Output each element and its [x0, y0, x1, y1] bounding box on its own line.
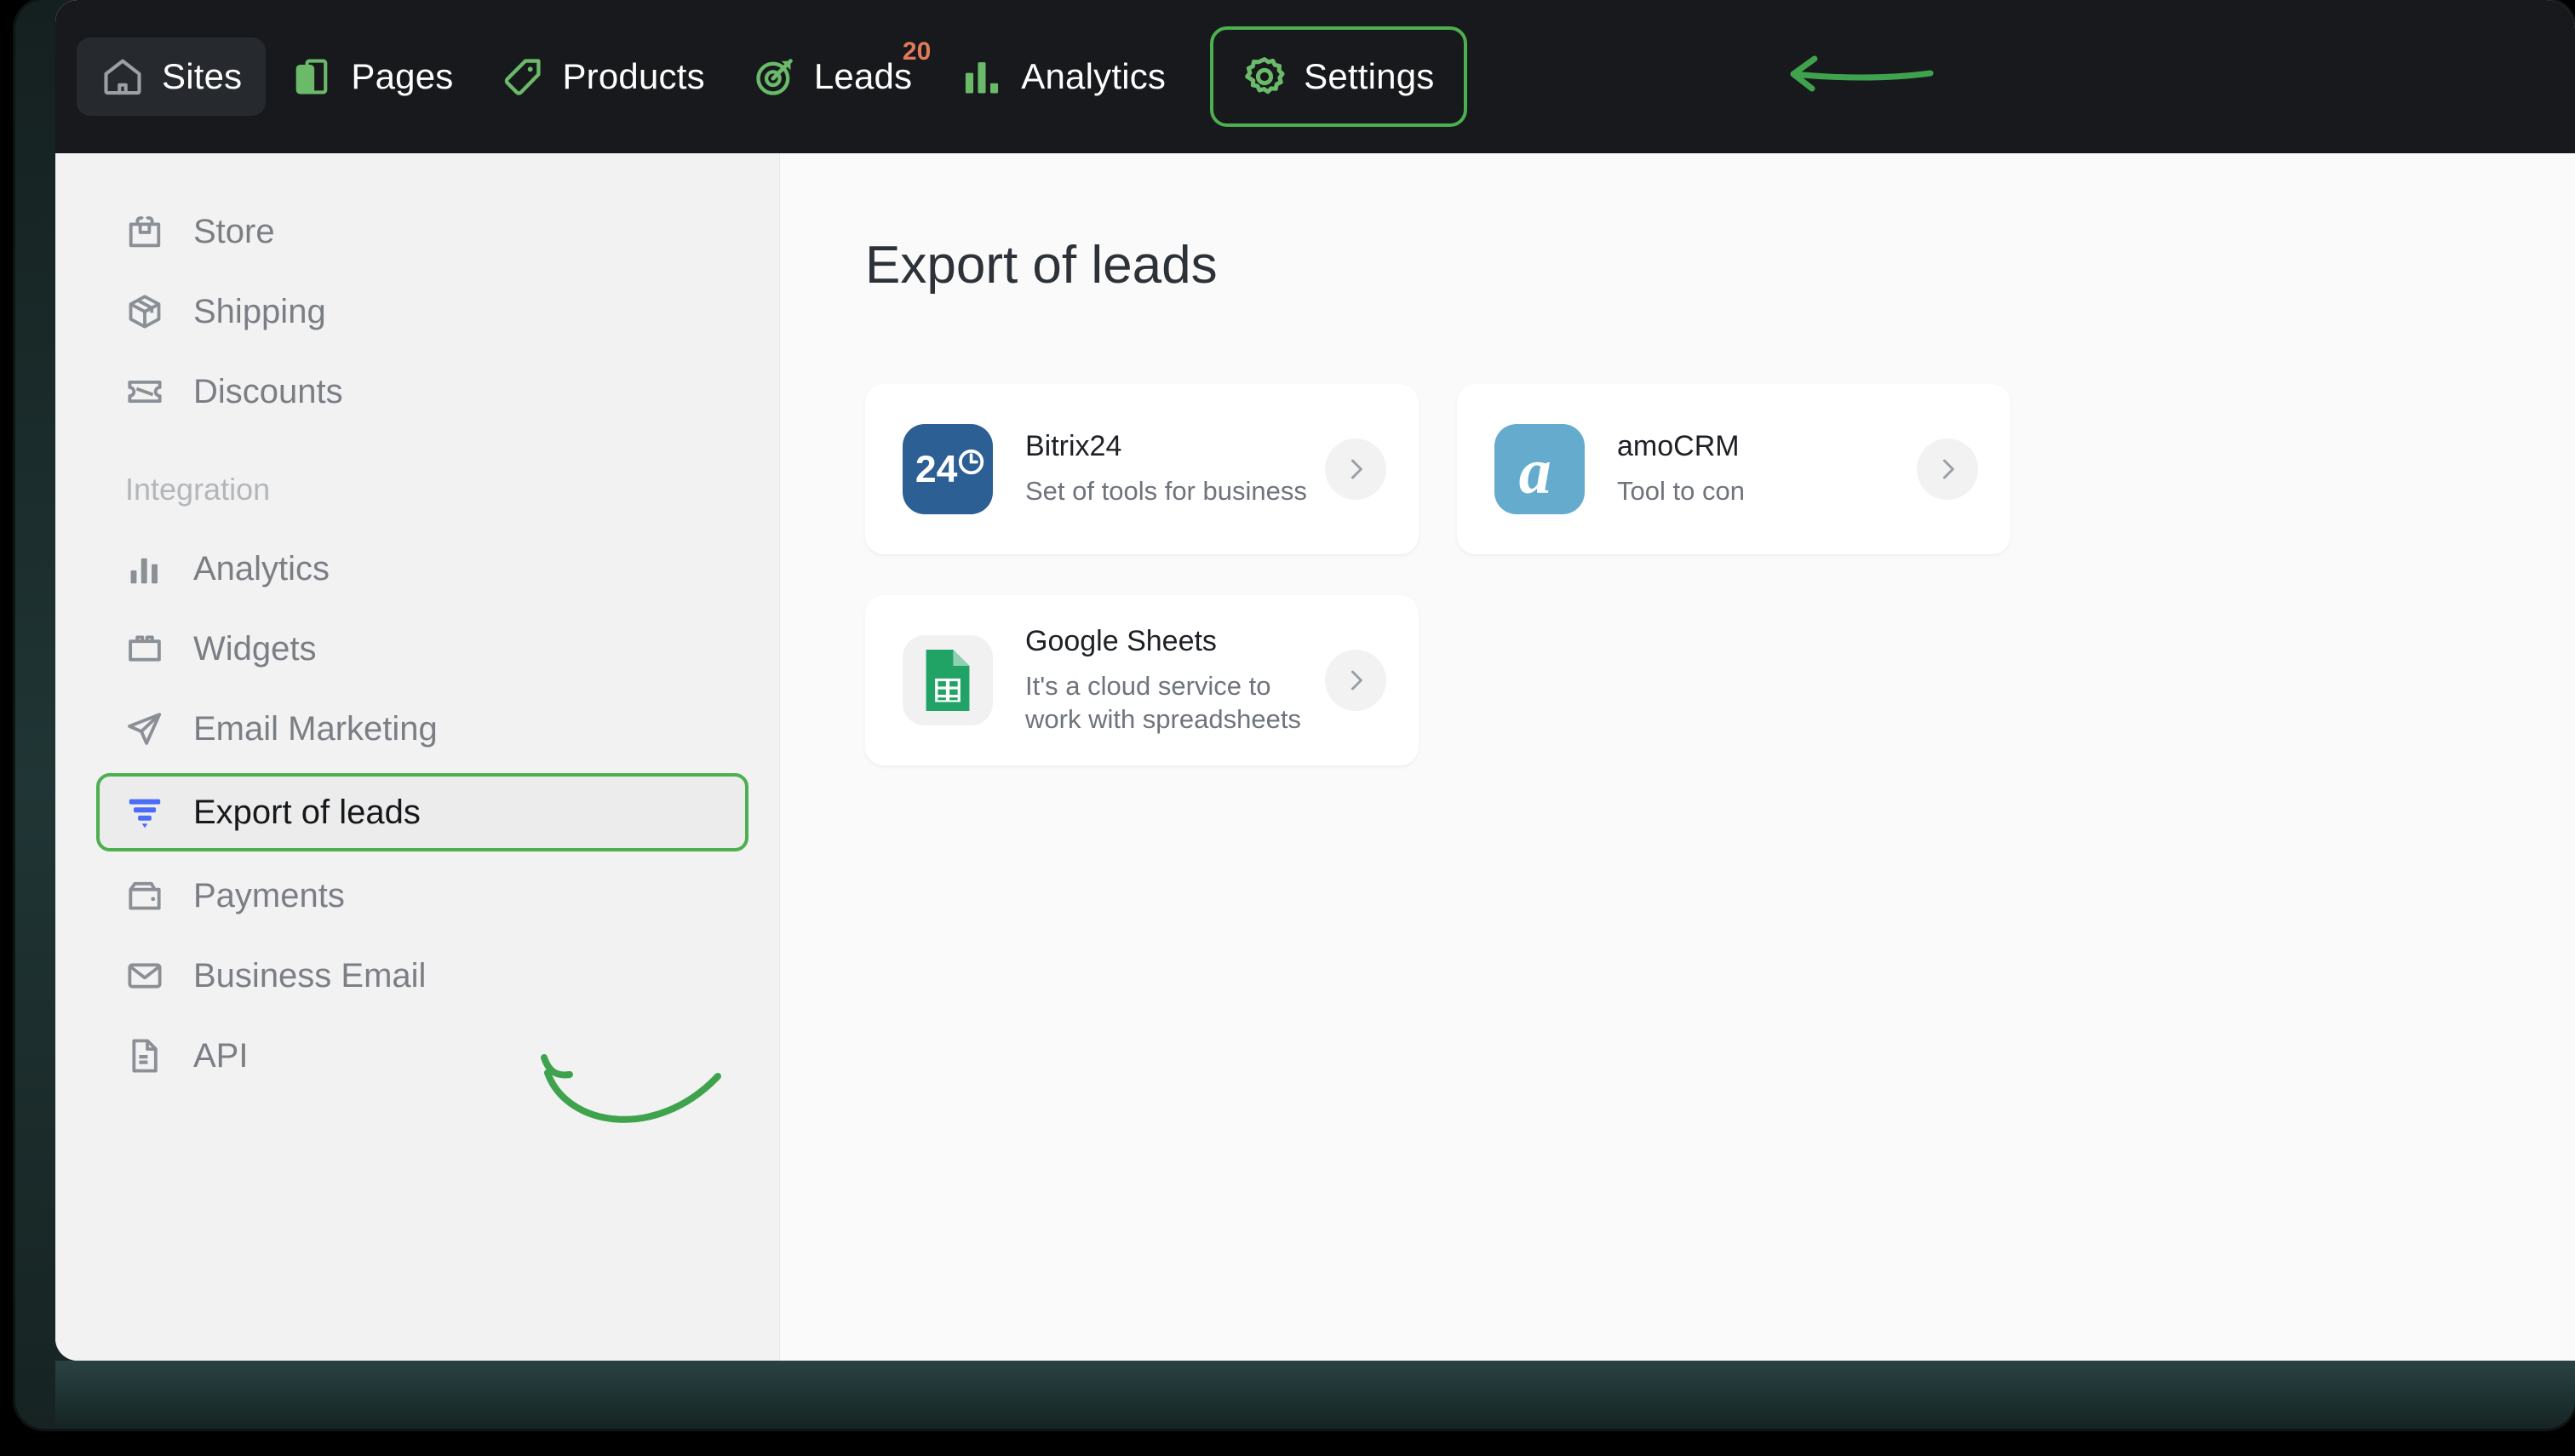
nav-item-settings[interactable]: Settings — [1210, 26, 1467, 127]
card-desc-bitrix24: Set of tools for business — [1025, 476, 1307, 507]
main-content: Export of leads 24 Bitrix24 Set of tools… — [780, 153, 2575, 1361]
sidebar-item-business-email[interactable]: Business Email — [100, 940, 745, 1012]
bar-chart-icon — [125, 549, 164, 588]
chevron-right-icon[interactable] — [1325, 650, 1386, 711]
page-title: Export of leads — [865, 236, 1218, 295]
integration-card-google-sheets[interactable]: Google Sheets It's a cloud service to wo… — [865, 595, 1419, 765]
nav-label-sites: Sites — [162, 56, 243, 96]
sidebar-list: Store Shipping Discounts Integration Ana… — [55, 153, 779, 1092]
amocrm-logo: a — [1494, 424, 1585, 514]
paper-plane-icon — [125, 709, 164, 748]
sidebar-item-shipping[interactable]: Shipping — [100, 276, 745, 347]
sidebar-section-integration: Integration — [125, 472, 271, 507]
nav-label-leads: Leads — [813, 56, 913, 96]
funnel-icon — [125, 793, 164, 832]
nav-item-analytics[interactable]: Analytics — [936, 37, 1190, 116]
sidebar-item-payments[interactable]: Payments — [100, 860, 745, 931]
home-icon — [100, 54, 145, 99]
document-icon — [125, 1036, 164, 1075]
sidebar-label-business-email: Business Email — [193, 956, 427, 995]
card-text-google-sheets: Google Sheets It's a cloud service to wo… — [1025, 625, 1325, 737]
sidebar-label-store: Store — [193, 212, 275, 250]
card-desc-google-sheets: It's a cloud service to work with spread… — [1025, 670, 1301, 734]
nav-item-products[interactable]: Products — [477, 37, 728, 116]
sidebar-item-email-marketing[interactable]: Email Marketing — [100, 693, 745, 765]
nav-label-pages: Pages — [351, 56, 454, 96]
nav-item-sites[interactable]: Sites — [77, 37, 267, 116]
sidebar-label-analytics: Analytics — [193, 549, 330, 588]
sidebar-item-api[interactable]: API — [100, 1020, 745, 1092]
tag-icon — [501, 54, 545, 99]
card-title-google-sheets: Google Sheets — [1025, 624, 1217, 657]
integration-card-bitrix24[interactable]: 24 Bitrix24 Set of tools for business — [865, 384, 1419, 554]
shopping-bag-icon — [125, 212, 164, 251]
integration-card-grid: 24 Bitrix24 Set of tools for business a … — [865, 384, 2575, 765]
sidebar-item-export-of-leads[interactable]: Export of leads — [96, 773, 748, 851]
nav-label-settings: Settings — [1304, 56, 1435, 96]
sidebar-item-widgets[interactable]: Widgets — [100, 613, 745, 685]
sidebar-label-email-marketing: Email Marketing — [193, 709, 438, 748]
card-title-amocrm: amoCRM — [1617, 430, 1740, 463]
google-sheets-logo — [903, 635, 993, 725]
ticket-icon — [125, 372, 164, 411]
top-navigation-bar: Sites Pages Products Leads 20 Analytics … — [55, 0, 2575, 153]
nav-label-products: Products — [562, 56, 705, 96]
sidebar-label-payments: Payments — [193, 876, 345, 914]
wallet-icon — [125, 876, 164, 915]
sidebar-label-api: API — [193, 1036, 249, 1075]
svg-text:24: 24 — [915, 449, 958, 490]
browser-window-frame: Sites Pages Products Leads 20 Analytics … — [15, 0, 2575, 1429]
nav-label-analytics: Analytics — [1021, 56, 1167, 96]
sidebar-label-export-of-leads: Export of leads — [193, 793, 421, 831]
nav-item-pages[interactable]: Pages — [266, 37, 477, 116]
app-viewport: Sites Pages Products Leads 20 Analytics … — [55, 0, 2575, 1361]
card-text-amocrm: amoCRM Tool to con — [1617, 430, 1917, 508]
sidebar-label-discounts: Discounts — [193, 372, 343, 410]
chevron-right-icon[interactable] — [1325, 439, 1386, 500]
card-title-bitrix24: Bitrix24 — [1025, 430, 1122, 463]
sidebar-label-shipping: Shipping — [193, 292, 326, 330]
app-body: Store Shipping Discounts Integration Ana… — [55, 153, 2575, 1361]
svg-text:a: a — [1519, 435, 1551, 507]
widget-icon — [125, 629, 164, 668]
card-text-bitrix24: Bitrix24 Set of tools for business — [1025, 430, 1325, 508]
chevron-right-icon[interactable] — [1917, 439, 1978, 500]
leads-count-badge: 20 — [902, 37, 932, 66]
target-icon — [753, 54, 797, 99]
settings-sidebar: Store Shipping Discounts Integration Ana… — [55, 153, 780, 1361]
bar-chart-icon — [960, 54, 1004, 99]
envelope-icon — [125, 956, 164, 995]
window-bottom-bar — [55, 1361, 2575, 1429]
sidebar-item-analytics[interactable]: Analytics — [100, 533, 745, 605]
integration-card-amocrm[interactable]: a amoCRM Tool to con — [1457, 384, 2010, 554]
card-desc-amocrm: Tool to con — [1617, 476, 1745, 507]
sidebar-label-widgets: Widgets — [193, 629, 317, 668]
nav-item-leads[interactable]: Leads 20 — [729, 37, 936, 116]
package-icon — [125, 292, 164, 331]
gear-icon — [1242, 54, 1287, 99]
pages-icon — [290, 54, 334, 99]
bitrix24-logo: 24 — [903, 424, 993, 514]
sidebar-item-store[interactable]: Store — [100, 196, 745, 267]
sidebar-item-discounts[interactable]: Discounts — [100, 356, 745, 427]
